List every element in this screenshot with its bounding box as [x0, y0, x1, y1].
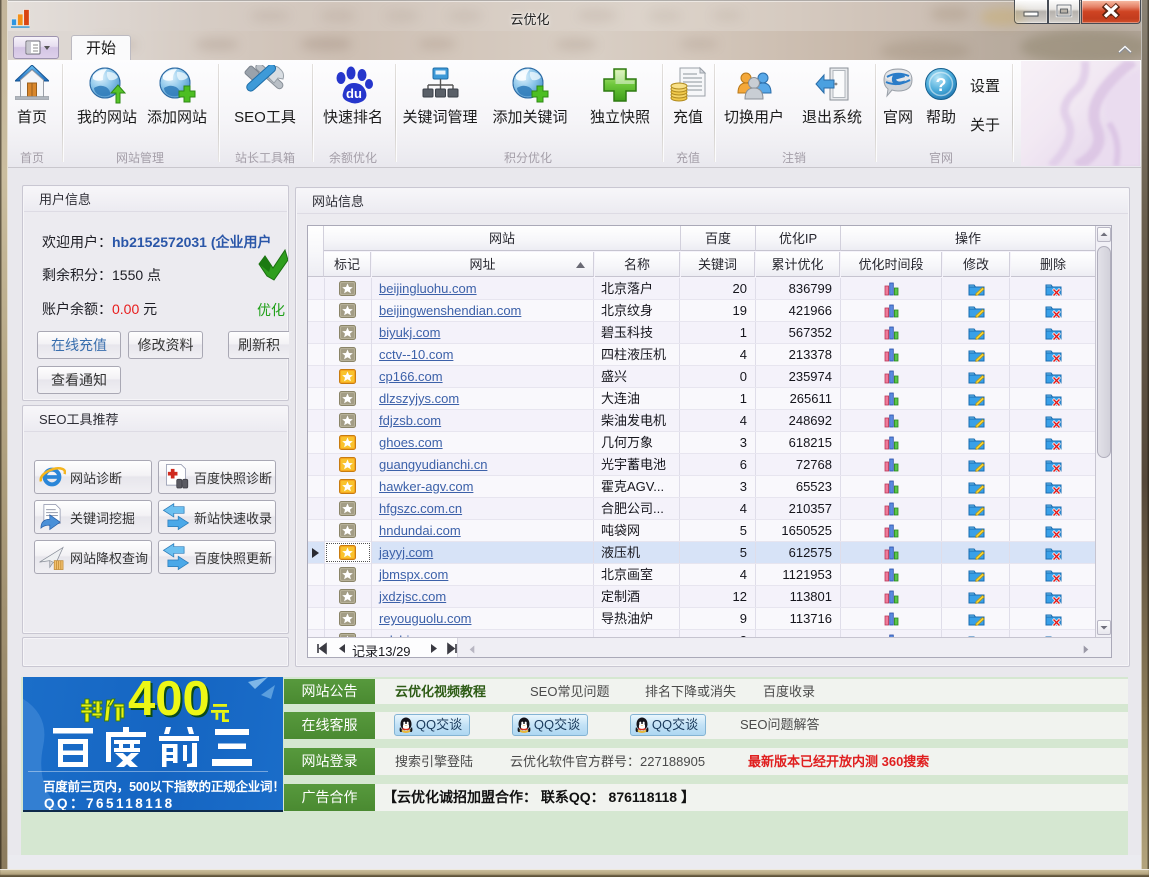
svg-text:du: du — [346, 86, 362, 101]
svg-text:?: ? — [936, 75, 947, 95]
